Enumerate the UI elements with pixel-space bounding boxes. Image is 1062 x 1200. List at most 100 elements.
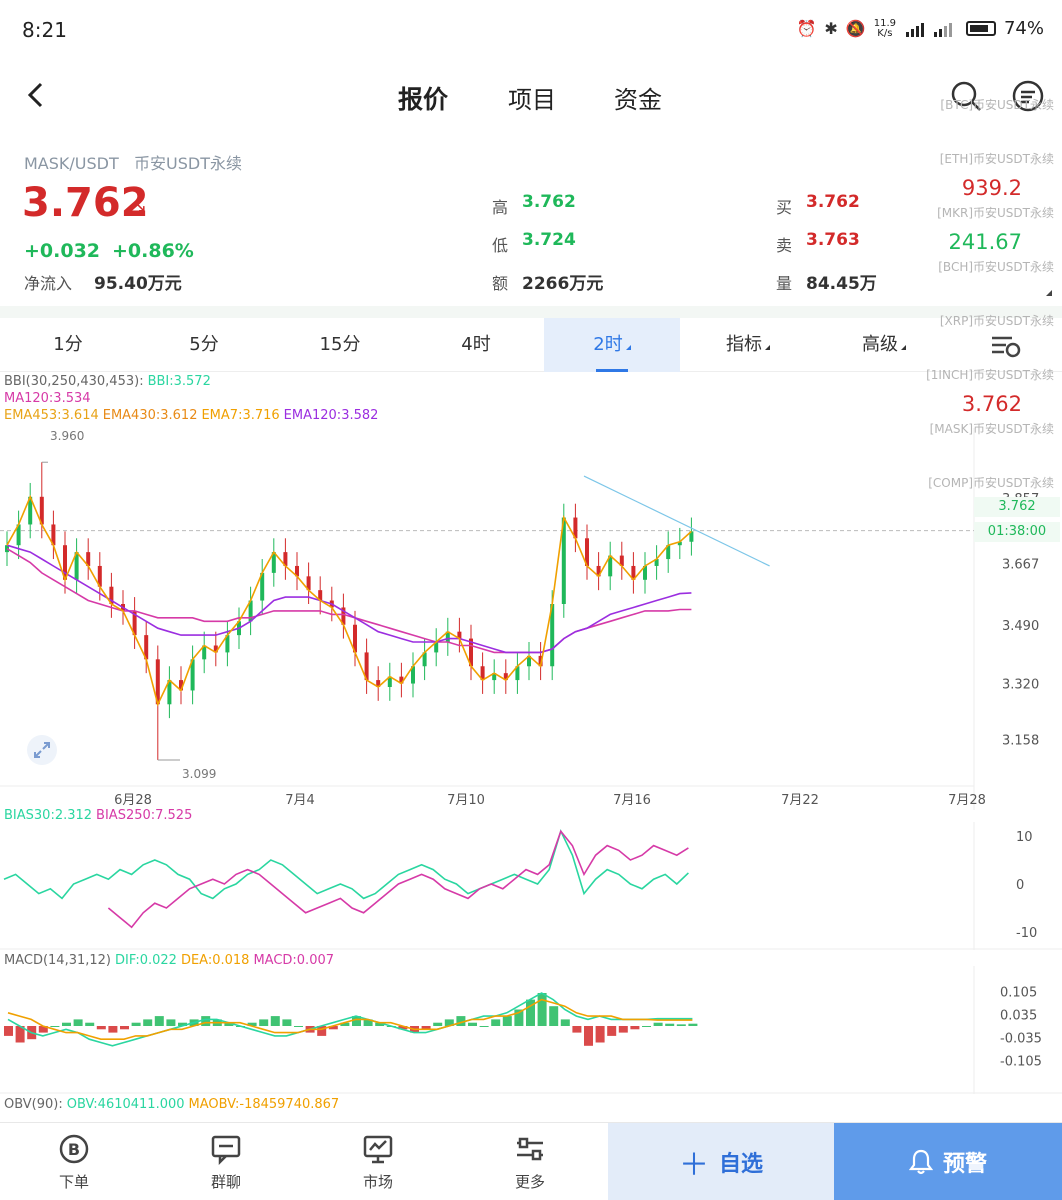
tf-4h[interactable]: 4时 bbox=[408, 318, 544, 372]
volume-value: 84.45万 bbox=[806, 274, 877, 294]
favorite-label: 自选 bbox=[718, 1152, 763, 1177]
chat-icon bbox=[211, 1135, 241, 1165]
tf-label: 1分 bbox=[53, 334, 83, 355]
ask-label: 卖 bbox=[776, 236, 793, 255]
group-chat-button[interactable]: 群聊 bbox=[166, 1123, 286, 1200]
separator-band bbox=[0, 306, 1062, 318]
ask-value: 3.763 bbox=[806, 230, 860, 250]
bid-label: 买 bbox=[776, 198, 793, 217]
more-label: 更多 bbox=[514, 1173, 545, 1191]
add-favorite-button[interactable]: ＋ 自选 bbox=[608, 1123, 834, 1200]
mute-icon: 🔕 bbox=[845, 19, 866, 38]
tf-label: 5分 bbox=[189, 334, 219, 355]
macd-bar bbox=[96, 1026, 106, 1030]
order-label: 下单 bbox=[58, 1173, 89, 1191]
price-change-pct: +0.86% bbox=[112, 240, 194, 262]
tab-project[interactable]: 项目 bbox=[508, 80, 556, 115]
bias-legend: BIAS30:2.312 BIAS250:7.525 bbox=[4, 808, 196, 823]
tab-funds[interactable]: 资金 bbox=[614, 80, 662, 115]
plus-icon: ＋ bbox=[678, 1148, 709, 1183]
x-tick-label: 7月16 bbox=[613, 793, 651, 808]
expand-icon[interactable] bbox=[26, 734, 58, 766]
top-nav: 报价 项目 资金 bbox=[0, 62, 1062, 132]
macd-bar bbox=[282, 1019, 292, 1026]
macd-bar bbox=[665, 1023, 675, 1026]
high-value: 3.762 bbox=[522, 192, 576, 212]
macd-bar bbox=[584, 1026, 593, 1046]
b-coin-icon: B bbox=[59, 1134, 89, 1164]
macd-bar bbox=[433, 1022, 443, 1026]
ticker-price: 241.67 bbox=[948, 230, 1022, 254]
amount-label: 额 bbox=[492, 274, 509, 293]
macd-bar bbox=[259, 1019, 269, 1026]
y-tick-label: 0.105 bbox=[1000, 985, 1037, 1000]
y-tick-label: -10 bbox=[1016, 926, 1037, 941]
ticker-label[interactable]: [1INCH]币安USDT永续 bbox=[926, 366, 1054, 383]
net-speed: 11.9 K/s bbox=[874, 18, 896, 39]
price-chart[interactable]: 3.8573.6673.4903.3203.1586月287月47月107月16… bbox=[0, 428, 1062, 810]
ema430-value: EMA430:3.612 bbox=[102, 408, 198, 423]
tab-quote[interactable]: 报价 bbox=[398, 80, 448, 116]
macd-bar bbox=[549, 1006, 559, 1026]
y-tick-label: 3.320 bbox=[1002, 678, 1039, 693]
macd-bar bbox=[294, 1026, 303, 1027]
chat-label: 群聊 bbox=[210, 1173, 241, 1191]
ema120-value: EMA120:3.582 bbox=[283, 408, 379, 423]
ticker-label[interactable]: [BCH]币安USDT永续 bbox=[938, 258, 1054, 275]
high-label: 高 bbox=[492, 198, 509, 217]
status-icons: ⏰ ✱ 🔕 11.9 K/s 74% bbox=[796, 18, 1044, 39]
ema7-line bbox=[6, 494, 692, 707]
bias-chart[interactable]: 10 0 -10 bbox=[0, 822, 1062, 950]
macd-bar bbox=[166, 1019, 176, 1026]
signal-icon bbox=[905, 22, 952, 37]
net-inflow-label: 净流入 bbox=[24, 274, 73, 293]
macd-bar bbox=[688, 1023, 698, 1026]
status-bar: 8:21 ⏰ ✱ 🔕 11.9 K/s 74% bbox=[0, 0, 1062, 62]
ticker-label[interactable]: [XRP]币安USDT永续 bbox=[940, 312, 1054, 329]
ticker-label[interactable]: [BTC]币安USDT永续 bbox=[940, 96, 1054, 113]
net-inflow-value: 95.40万元 bbox=[94, 274, 182, 294]
tf-2h[interactable]: 2时 bbox=[544, 318, 680, 372]
tf-5min[interactable]: 5分 bbox=[136, 318, 272, 372]
bluetooth-icon: ✱ bbox=[824, 19, 838, 38]
bias250-line bbox=[107, 829, 689, 929]
macd-bar bbox=[618, 1026, 628, 1033]
ticker-label[interactable]: [ETH]币安USDT永续 bbox=[940, 150, 1054, 167]
timeframe-bar: 1分 5分 15分 4时 2时 指标 高级 bbox=[0, 318, 1062, 372]
more-button[interactable]: 更多 bbox=[470, 1123, 590, 1200]
bbi-legend: BBI(30,250,430,453): BBI:3.572 bbox=[4, 374, 215, 389]
order-button[interactable]: B 下单 bbox=[14, 1123, 134, 1200]
tf-label: 高级 bbox=[862, 334, 898, 355]
y-tick-label: 3.158 bbox=[1002, 734, 1039, 749]
obv-value: OBV:4610411.000 bbox=[66, 1097, 185, 1112]
price-alert-button[interactable]: 预警 bbox=[834, 1123, 1062, 1200]
macd-bar bbox=[537, 993, 547, 1026]
ticker-label[interactable]: [MKR]币安USDT永续 bbox=[937, 204, 1054, 221]
x-tick-label: 7月10 bbox=[447, 793, 485, 808]
ema-legend: EMA453:3.614 EMA430:3.612 EMA7:3.716 EMA120… bbox=[4, 408, 382, 423]
macd-bar bbox=[4, 1026, 13, 1036]
macd-bar bbox=[560, 1019, 570, 1026]
tf-15min[interactable]: 15分 bbox=[272, 318, 408, 372]
last-price: 3.762 bbox=[22, 180, 149, 226]
obv-legend: OBV(90): OBV:4610411.000 MAOBV:-18459740.8… bbox=[4, 1097, 343, 1112]
macd-bar bbox=[154, 1016, 164, 1026]
macd-bar bbox=[85, 1022, 95, 1026]
macd-bar bbox=[595, 1026, 605, 1043]
amount-value: 2266万元 bbox=[522, 274, 604, 294]
obv-name: OBV(90): bbox=[4, 1097, 63, 1112]
pair-line: MASK/USDT 币安USDT永续 bbox=[24, 150, 242, 174]
tf-1min[interactable]: 1分 bbox=[0, 318, 136, 372]
ticker-price: 939.2 bbox=[961, 176, 1022, 200]
tf-indicators[interactable]: 指标 bbox=[680, 318, 816, 372]
macd-bar bbox=[62, 1022, 71, 1026]
ema7-value: EMA7:3.716 bbox=[201, 408, 280, 423]
tf-label: 指标 bbox=[726, 334, 762, 355]
back-arrow-icon[interactable] bbox=[22, 80, 52, 110]
macd-chart[interactable]: 0.105 0.035 -0.035 -0.105 bbox=[0, 966, 1062, 1094]
bias30-value: BIAS30:2.312 bbox=[4, 808, 93, 823]
macd-bar bbox=[73, 1019, 83, 1026]
macd-bar bbox=[676, 1024, 686, 1026]
price-change: +0.032 bbox=[24, 240, 101, 262]
market-button[interactable]: 市场 bbox=[318, 1123, 438, 1200]
